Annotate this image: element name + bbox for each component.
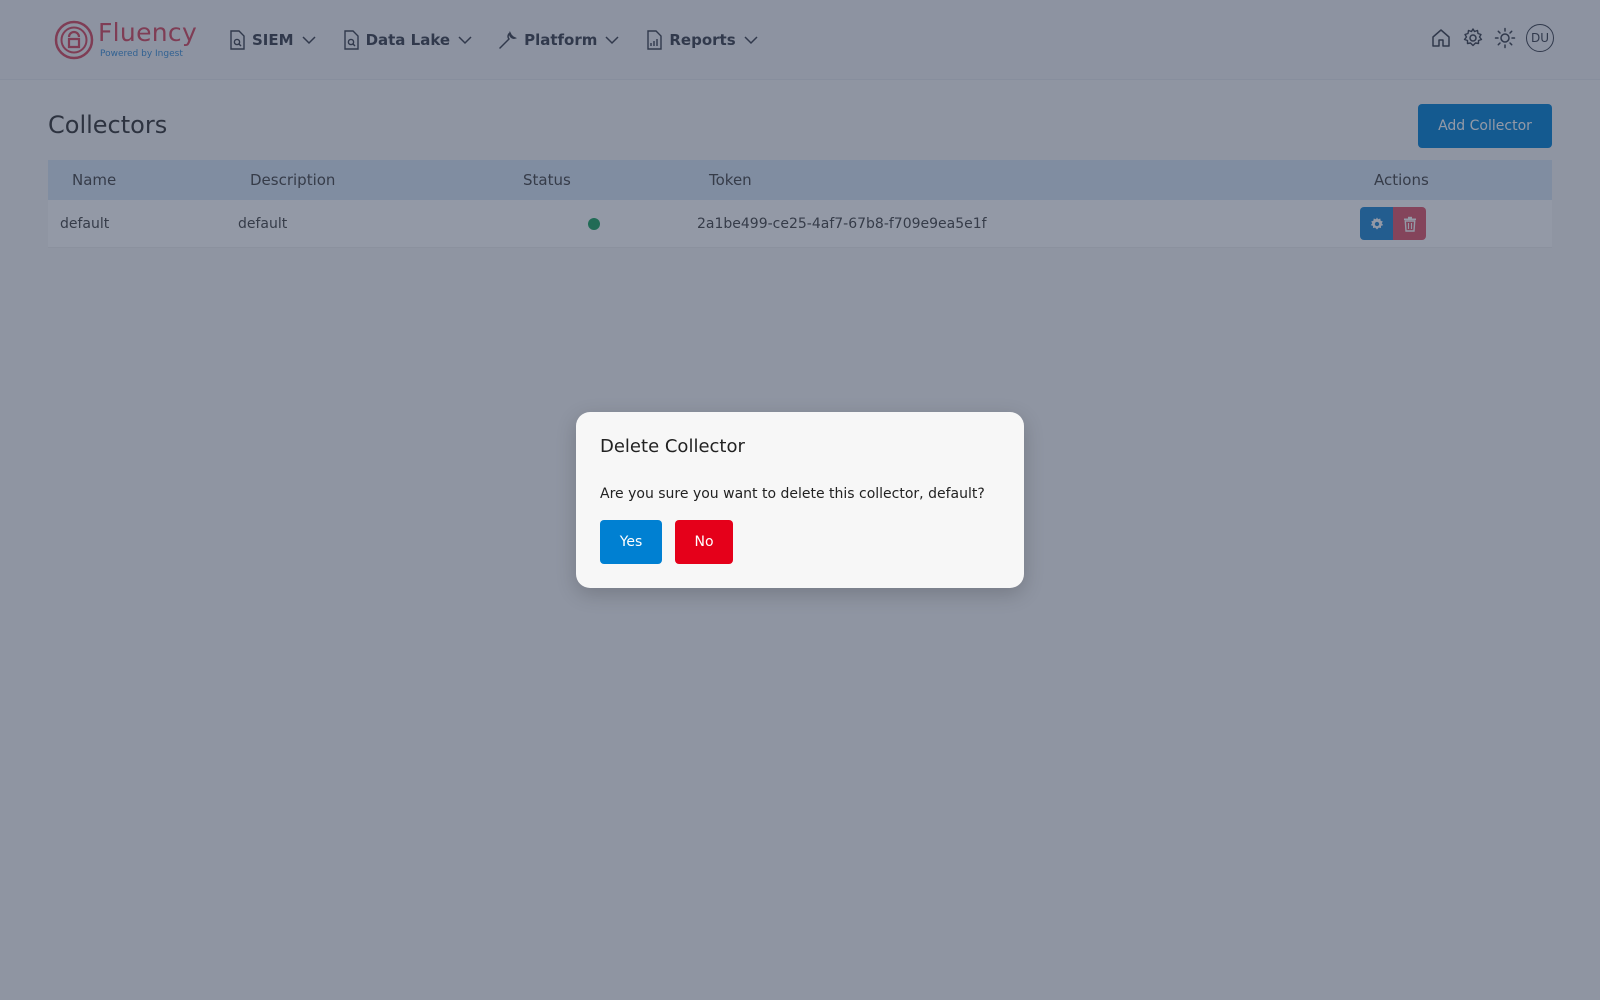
dialog-message: Are you sure you want to delete this col…: [600, 486, 985, 502]
confirm-no-button[interactable]: No: [675, 520, 733, 564]
dialog-title: Delete Collector: [600, 436, 745, 457]
delete-collector-dialog: Delete Collector Are you sure you want t…: [576, 412, 1024, 588]
confirm-yes-button[interactable]: Yes: [600, 520, 662, 564]
